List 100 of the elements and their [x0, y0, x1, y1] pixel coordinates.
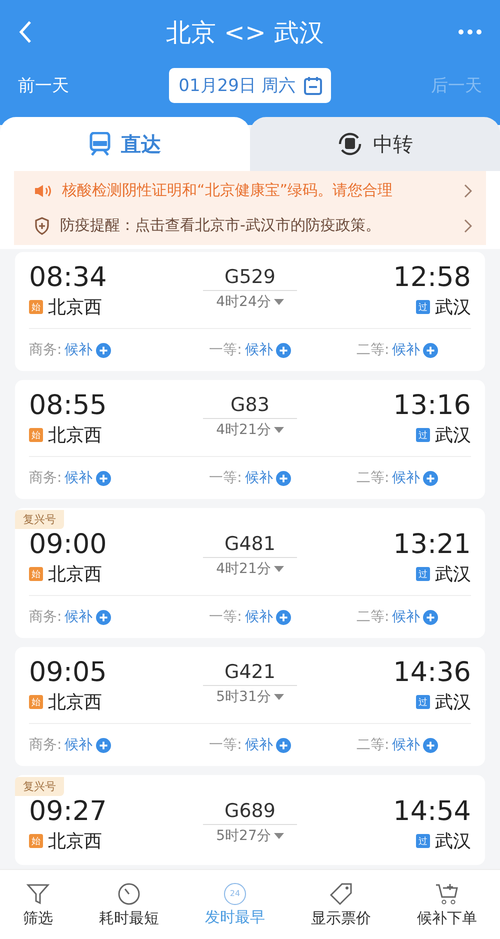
shield-icon — [34, 216, 50, 234]
duration-dropdown[interactable]: 4时24分 — [216, 293, 284, 311]
price-tag-icon — [329, 882, 353, 906]
caret-icon — [274, 694, 284, 700]
seat-option[interactable]: 一等: 候补 — [209, 608, 291, 626]
arrival-station: 武汉 — [434, 424, 471, 447]
departure-station: 北京西 — [48, 563, 102, 586]
departure-station: 北京西 — [48, 830, 102, 853]
calendar-icon — [303, 76, 324, 96]
train-card[interactable]: 复兴号 09:00 始 北京西 G481 4时21分 13:21 过 武汉 商务: 候补 一等: 候补 二等: 候补 — [15, 508, 485, 638]
departure-time: 08:34 — [29, 262, 107, 293]
plus-icon — [423, 342, 438, 358]
seat-option[interactable]: 一等: 候补 — [209, 341, 291, 359]
arrival-station: 武汉 — [434, 296, 471, 319]
caret-icon — [274, 566, 284, 572]
arrival-station: 武汉 — [434, 830, 471, 853]
route-title: 北京 <> 武汉 — [166, 16, 324, 48]
seat-option[interactable]: 二等: 候补 — [356, 736, 438, 754]
departure-time: 09:27 — [29, 796, 107, 827]
train-card[interactable]: 复兴号 09:27 始 北京西 G689 5时27分 14:54 过 武汉 — [15, 775, 485, 865]
plus-icon — [423, 610, 438, 624]
arrival-station: 武汉 — [434, 691, 471, 714]
nav-item[interactable]: 显示票价 — [305, 880, 377, 928]
train-icon — [89, 132, 111, 156]
seat-option[interactable]: 二等: 候补 — [356, 469, 438, 487]
arrival-time: 13:21 — [393, 529, 471, 560]
plus-icon — [276, 470, 291, 486]
nav-item[interactable]: 耗时最短 — [93, 880, 165, 928]
duration-dropdown[interactable]: 4时21分 — [216, 560, 284, 578]
station-badge: 始 — [29, 300, 43, 314]
seat-option[interactable]: 一等: 候补 — [209, 469, 291, 487]
tab[interactable]: 直达 — [0, 117, 250, 171]
plus-icon — [423, 470, 438, 486]
caret-icon — [274, 299, 284, 305]
date-picker[interactable]: 01月29日 周六 — [168, 68, 332, 103]
arrival-time: 13:16 — [393, 390, 471, 421]
seat-option[interactable]: 商务: 候补 — [29, 469, 111, 487]
seat-option[interactable]: 二等: 候补 — [356, 341, 438, 359]
plus-icon — [96, 470, 111, 486]
plus-icon — [96, 738, 111, 752]
train-number: G83 — [202, 390, 297, 419]
seat-option[interactable]: 一等: 候补 — [209, 736, 291, 754]
arrival-station: 武汉 — [434, 563, 471, 586]
previous-day-button[interactable]: 前一天 — [18, 74, 69, 97]
station-badge: 始 — [29, 695, 43, 709]
caret-icon — [274, 833, 284, 839]
train-transfer-icon — [337, 131, 363, 157]
train-number: G689 — [202, 796, 297, 825]
back-button[interactable] — [18, 20, 32, 44]
plus-icon — [276, 738, 291, 752]
departure-station: 北京西 — [48, 296, 102, 319]
station-badge: 过 — [416, 300, 430, 314]
tab[interactable]: 中转 — [250, 117, 500, 171]
chevron-right-icon — [464, 184, 472, 198]
seat-option[interactable]: 商务: 候补 — [29, 341, 111, 359]
nav-item[interactable]: 候补下单 — [411, 880, 483, 928]
notice-row[interactable]: 核酸检测阴性证明和“北京健康宝”绿码。请您合理 — [34, 177, 472, 204]
train-type-tag: 复兴号 — [15, 510, 64, 529]
train-type-tag: 复兴号 — [15, 777, 64, 796]
filter-icon — [26, 882, 50, 906]
plus-icon — [423, 738, 438, 752]
plus-icon — [96, 610, 111, 624]
duration-dropdown[interactable]: 4时21分 — [216, 421, 284, 439]
seat-option[interactable]: 商务: 候补 — [29, 736, 111, 754]
arrival-time: 14:36 — [393, 657, 471, 688]
train-number: G421 — [202, 657, 297, 686]
seat-option[interactable]: 二等: 候补 — [356, 608, 438, 626]
train-card[interactable]: 09:05 始 北京西 G421 5时31分 14:36 过 武汉 商务: 候补 一等: 候补 二等: 候补 — [15, 647, 485, 766]
notice-row[interactable]: 防疫提醒：点击查看北京市-武汉市的防疫政策。 — [34, 212, 472, 239]
station-badge: 过 — [416, 428, 430, 442]
plus-icon — [96, 342, 111, 358]
plus-icon — [276, 610, 291, 624]
cart-icon — [435, 882, 459, 906]
chevron-right-icon — [464, 218, 472, 232]
more-button[interactable] — [458, 29, 482, 35]
duration-dropdown[interactable]: 5时31分 — [216, 688, 284, 706]
train-card[interactable]: 08:34 始 北京西 G529 4时24分 12:58 过 武汉 商务: 候补 一等: 候补 二等: 候补 — [15, 252, 485, 371]
station-badge: 始 — [29, 567, 43, 581]
nav-item[interactable]: 筛选 — [17, 880, 59, 928]
train-number: G529 — [202, 262, 297, 291]
station-badge: 过 — [416, 834, 430, 848]
train-card[interactable]: 08:55 始 北京西 G83 4时21分 13:16 过 武汉 商务: 候补 一等: 候补 二等: 候补 — [15, 380, 485, 499]
departure-time: 09:00 — [29, 529, 107, 560]
notice-text: 防疫提醒：点击查看北京市-武汉市的防疫政策。 — [60, 216, 382, 235]
departure-station: 北京西 — [48, 424, 102, 447]
nav-item[interactable]: 24 发时最早 — [199, 882, 271, 928]
station-badge: 过 — [416, 567, 430, 581]
arrival-time: 12:58 — [393, 262, 471, 293]
caret-icon — [274, 427, 284, 433]
seat-option[interactable]: 商务: 候补 — [29, 608, 111, 626]
station-badge: 过 — [416, 695, 430, 709]
arrival-time: 14:54 — [393, 796, 471, 827]
clock-icon: 24 — [224, 882, 246, 904]
notice-text: 核酸检测阴性证明和“北京健康宝”绿码。请您合理 — [62, 181, 394, 200]
train-number: G481 — [202, 529, 297, 558]
departure-time: 09:05 — [29, 657, 107, 688]
stopwatch-icon — [117, 882, 141, 906]
speaker-icon — [34, 184, 52, 198]
duration-dropdown[interactable]: 5时27分 — [216, 827, 284, 845]
station-badge: 始 — [29, 428, 43, 442]
